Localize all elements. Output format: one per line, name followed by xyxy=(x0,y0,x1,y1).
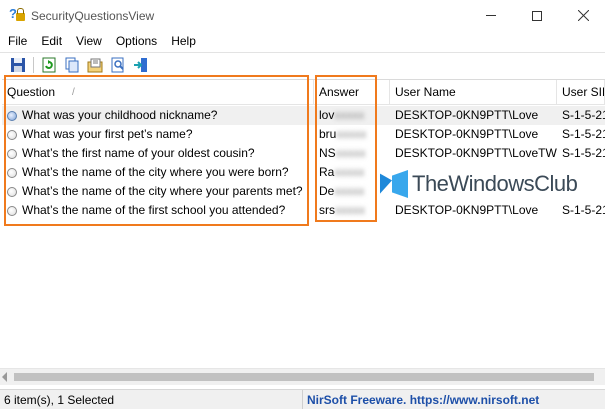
answer-redacted: xxxxx xyxy=(335,203,365,217)
copy-button[interactable] xyxy=(62,55,82,75)
windows-logo-icon xyxy=(380,170,408,198)
answer-cell: NSxxxxx xyxy=(319,146,366,160)
table-row[interactable]: What’s the first name of your oldest cou… xyxy=(2,144,605,163)
find-button[interactable] xyxy=(108,55,128,75)
close-icon xyxy=(577,10,589,21)
minimize-icon xyxy=(486,15,496,16)
answer-redacted: xxxxx xyxy=(335,146,366,160)
answer-redacted: xxxxx xyxy=(334,165,365,179)
toolbar-separator xyxy=(33,57,34,73)
question-cell: What’s the name of the city where you we… xyxy=(22,165,289,179)
user-sid-cell: S-1-5-21 xyxy=(562,127,605,141)
user-sid-cell: S-1-5-21 xyxy=(562,108,605,122)
menu-help[interactable]: Help xyxy=(164,31,203,51)
menu-view[interactable]: View xyxy=(69,31,109,51)
close-button[interactable] xyxy=(560,0,605,31)
save-icon xyxy=(11,58,25,72)
answer-cell: srsxxxxx xyxy=(319,203,365,217)
answer-redacted: xxxxx xyxy=(334,108,365,122)
minimize-button[interactable] xyxy=(468,0,514,31)
horizontal-scrollbar[interactable] xyxy=(0,368,605,385)
status-bar: 6 item(s), 1 Selected NirSoft Freeware. … xyxy=(0,389,605,409)
table-row[interactable]: What’s the name of the first school you … xyxy=(2,201,605,220)
security-question-icon xyxy=(7,110,17,121)
scroll-left-arrow-icon[interactable] xyxy=(2,372,7,382)
find-icon xyxy=(111,57,124,73)
properties-icon xyxy=(87,58,103,73)
question-cell: What was your first pet’s name? xyxy=(22,127,193,141)
scrollbar-thumb[interactable] xyxy=(14,373,594,381)
user-sid-cell: S-1-5-21 xyxy=(562,146,605,160)
answer-cell: Dexxxxx xyxy=(319,184,365,198)
column-header-user-sid[interactable]: User SID xyxy=(557,80,605,105)
title-bar: ? SecurityQuestionsView xyxy=(0,0,605,31)
column-header-user-name[interactable]: User Name xyxy=(390,80,557,105)
app-icon: ? xyxy=(9,6,25,24)
column-header-question[interactable]: Question / xyxy=(2,80,314,105)
save-button[interactable] xyxy=(8,55,28,75)
answer-cell: bruxxxxx xyxy=(319,127,367,141)
user-name-cell: DESKTOP-0KN9PTT\Love xyxy=(395,203,539,217)
menu-options[interactable]: Options xyxy=(109,31,164,51)
refresh-icon xyxy=(42,57,56,73)
answer-cell: lovxxxxx xyxy=(319,108,365,122)
answer-redacted: xxxxx xyxy=(334,184,365,198)
sort-ascending-icon: / xyxy=(72,87,75,98)
user-sid-cell: S-1-5-21 xyxy=(562,203,605,217)
question-cell: What’s the name of the city where your p… xyxy=(22,184,303,198)
answer-redacted: xxxxx xyxy=(336,127,367,141)
window-title: SecurityQuestionsView xyxy=(31,8,155,23)
user-name-cell: DESKTOP-0KN9PTT\LoveTWC xyxy=(395,146,557,160)
user-name-cell: DESKTOP-0KN9PTT\Love xyxy=(395,127,539,141)
security-question-icon xyxy=(7,148,17,159)
question-cell: What was your childhood nickname? xyxy=(22,108,218,122)
watermark: TheWindowsClub xyxy=(380,170,578,198)
menu-file[interactable]: File xyxy=(0,31,34,51)
security-question-icon xyxy=(7,205,17,216)
maximize-button[interactable] xyxy=(514,0,560,31)
menu-bar: File Edit View Options Help xyxy=(0,31,605,51)
watermark-text: TheWindowsClub xyxy=(412,171,578,196)
copy-icon xyxy=(65,57,79,73)
exit-button[interactable] xyxy=(131,55,151,75)
question-cell: What’s the name of the first school you … xyxy=(22,203,286,217)
security-question-icon xyxy=(7,186,17,197)
answer-cell: Raxxxxx xyxy=(319,165,365,179)
table-row[interactable]: What was your first pet’s name? bruxxxxx… xyxy=(2,125,605,144)
list-header: Question / Answer User Name User SID xyxy=(2,80,605,105)
refresh-button[interactable] xyxy=(39,55,59,75)
status-item-count: 6 item(s), 1 Selected xyxy=(0,389,303,409)
properties-button[interactable] xyxy=(85,55,105,75)
list-rows: What was your childhood nickname? lovxxx… xyxy=(2,106,605,220)
table-row[interactable]: What was your childhood nickname? lovxxx… xyxy=(2,106,605,125)
exit-icon xyxy=(134,58,147,72)
column-header-answer[interactable]: Answer xyxy=(314,80,390,105)
menu-edit[interactable]: Edit xyxy=(34,31,69,51)
security-questions-list[interactable]: Question / Answer User Name User SID Wha… xyxy=(2,79,605,368)
question-cell: What’s the first name of your oldest cou… xyxy=(22,146,255,160)
user-name-cell: DESKTOP-0KN9PTT\Love xyxy=(395,108,539,122)
toolbar xyxy=(0,52,605,77)
nirsoft-link[interactable]: NirSoft Freeware. https://www.nirsoft.ne… xyxy=(303,390,539,409)
maximize-icon xyxy=(532,10,542,21)
security-question-icon xyxy=(7,129,17,140)
security-question-icon xyxy=(7,167,17,178)
